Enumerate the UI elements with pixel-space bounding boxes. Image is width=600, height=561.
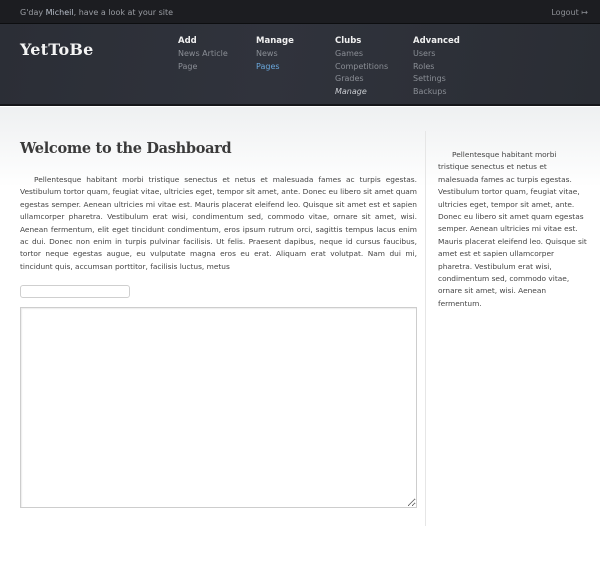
greeting: G'day Micheil, have a look at your site <box>20 8 173 17</box>
sidebar-paragraph: Pellentesque habitant morbi tristique se… <box>438 150 587 308</box>
nav-group-clubs: Clubs Games Competitions Grades Manage <box>335 35 388 98</box>
top-bar: G'day Micheil, have a look at your site … <box>0 0 600 24</box>
nav-group-add: Add News Article Page <box>178 35 228 73</box>
main-paragraph: Pellentesque habitant morbi tristique se… <box>20 175 417 271</box>
content-textarea[interactable] <box>20 307 417 508</box>
nav-item-pages[interactable]: Pages <box>256 61 294 74</box>
logout-label: Logout <box>551 8 579 17</box>
nav-item-clubs-manage[interactable]: Manage <box>335 86 388 99</box>
nav-item-users[interactable]: Users <box>413 48 460 61</box>
nav-heading-add: Add <box>178 36 197 46</box>
page-title: Welcome to the Dashboard <box>20 140 232 157</box>
nav-heading-clubs: Clubs <box>335 36 362 46</box>
nav-item-backups[interactable]: Backups <box>413 86 460 99</box>
nav-item-news[interactable]: News <box>256 48 294 61</box>
text-input[interactable] <box>20 285 130 298</box>
nav-item-settings[interactable]: Settings <box>413 73 460 86</box>
user-name-link[interactable]: Micheil <box>46 8 74 17</box>
logout-button[interactable]: Logout ↦ <box>551 8 588 17</box>
header: YetToBe Add News Article Page Manage New… <box>0 24 600 106</box>
nav-heading-manage: Manage <box>256 36 294 46</box>
nav-heading-advanced: Advanced <box>413 36 460 46</box>
site-logo[interactable]: YetToBe <box>20 40 93 59</box>
nav-item-roles[interactable]: Roles <box>413 61 460 74</box>
column-divider <box>425 131 426 526</box>
logout-icon: ↦ <box>581 8 588 17</box>
nav-group-advanced: Advanced Users Roles Settings Backups <box>413 35 460 98</box>
nav-item-games[interactable]: Games <box>335 48 388 61</box>
nav-item-competitions[interactable]: Competitions <box>335 61 388 74</box>
nav-group-manage: Manage News Pages <box>256 35 294 73</box>
nav-item-grades[interactable]: Grades <box>335 73 388 86</box>
nav-item-page[interactable]: Page <box>178 61 228 74</box>
greeting-suffix: , have a look at your site <box>73 8 174 17</box>
greeting-prefix: G'day <box>20 8 46 17</box>
main-content: Welcome to the Dashboard Pellentesque ha… <box>20 140 417 271</box>
nav-item-news-article[interactable]: News Article <box>178 48 228 61</box>
